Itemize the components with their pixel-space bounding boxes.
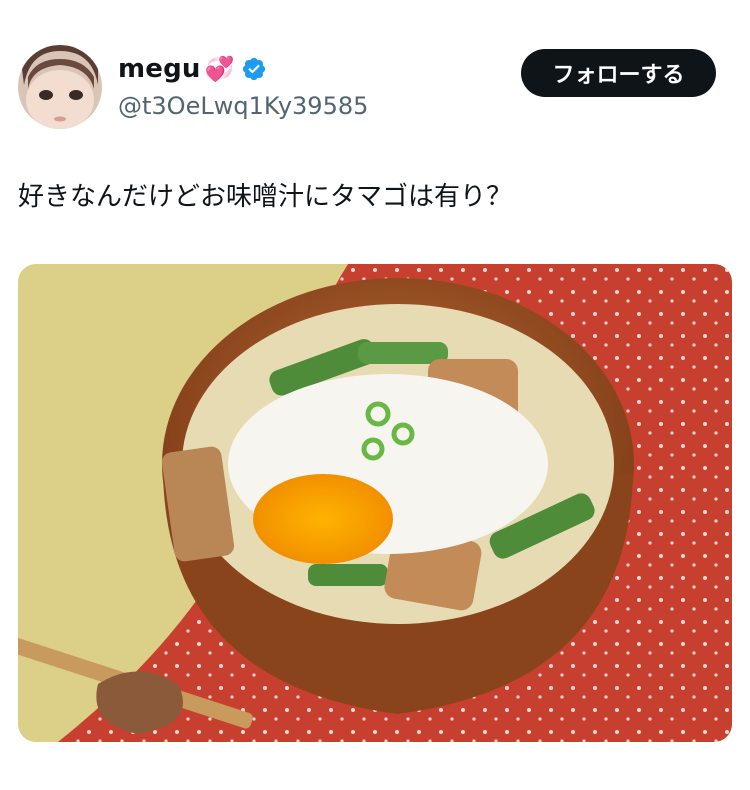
miso-soup-photo[interactable] bbox=[18, 264, 732, 742]
verified-badge-icon bbox=[242, 57, 265, 81]
follow-button[interactable]: フォローする bbox=[521, 49, 716, 97]
user-handle[interactable]: @t3OeLwq1Ky39585 bbox=[118, 92, 368, 120]
avatar[interactable] bbox=[18, 45, 102, 129]
tweet-text: 好きなんだけどお味噌汁にタマゴは有り？ bbox=[18, 182, 513, 212]
name-row: megu 💞 bbox=[118, 54, 267, 84]
display-name[interactable]: megu bbox=[118, 54, 201, 84]
heart-emoji: 💞 bbox=[204, 55, 235, 83]
